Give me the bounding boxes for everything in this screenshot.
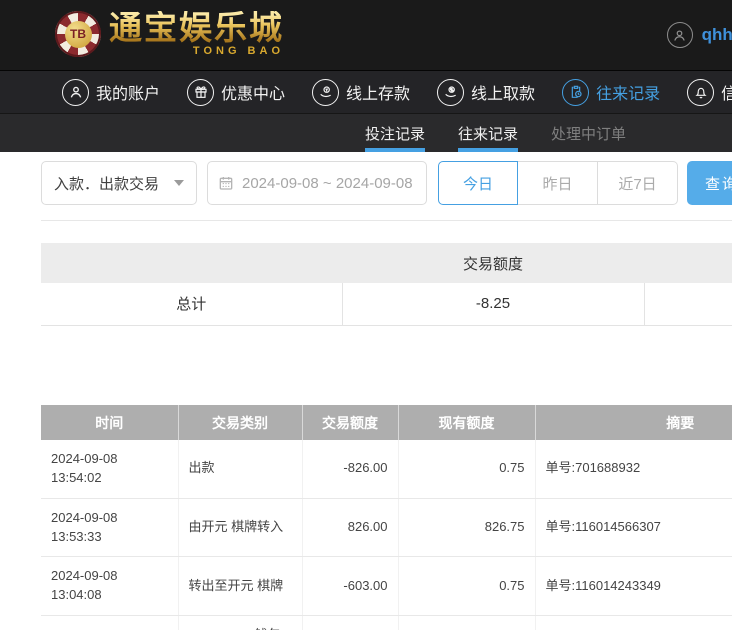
cell-memo: 单号:202409093721401818	[535, 616, 732, 630]
tab-processing-orders[interactable]: 处理中订单	[551, 114, 626, 152]
user-icon	[62, 79, 89, 106]
withdraw-icon	[437, 79, 464, 106]
cell-type: 转出至开元 棋牌	[178, 557, 302, 616]
transactions-table: 时间 交易类别 交易额度 现有额度 摘要 2024-09-08 13:54:02…	[41, 405, 732, 630]
nav-label: 往来记录	[596, 80, 660, 104]
gift-icon	[187, 79, 214, 106]
deposit-icon	[312, 79, 339, 106]
quick-date-buttons: 今日 昨日 近7日	[438, 161, 678, 205]
cell-type: CGPAY-CG钱包支付笔笔送优惠	[178, 616, 302, 630]
nav-label: 我的账户	[96, 80, 160, 104]
cell-amount: 3.00	[302, 616, 398, 630]
table-row: 2024-09-08 13:53:33 由开元 棋牌转入 826.00 826.…	[41, 498, 732, 557]
table-row: 2024-09-08 13:04:08 转出至开元 棋牌 -603.00 0.7…	[41, 557, 732, 616]
last7days-button[interactable]: 近7日	[598, 161, 678, 205]
cell-memo: 单号:116014243349	[535, 557, 732, 616]
cell-memo: 单号:116014566307	[535, 498, 732, 557]
nav-item-records[interactable]: 往来记录	[562, 79, 660, 106]
nav-label: 优惠中心	[221, 80, 285, 104]
cell-type: 由开元 棋牌转入	[178, 498, 302, 557]
table-row: 2024-09-08 13:54:02 出款 -826.00 0.75 单号:7…	[41, 440, 732, 498]
summary-total-label: 总计	[41, 283, 342, 325]
summary-header-empty	[41, 243, 342, 283]
nav-item-promotions[interactable]: 优惠中心	[187, 79, 285, 106]
divider	[41, 220, 732, 221]
cell-time: 2024-09-08 13:04:08	[41, 557, 178, 616]
content-area: 入款．出款交易 2024-09-08 ~ 2024-09-08 今日 昨日 近7…	[0, 152, 732, 630]
header-time: 时间	[41, 405, 178, 440]
cell-time: 2024-09-08 13:53:33	[41, 498, 178, 557]
summary-header-empty2	[644, 243, 732, 283]
transaction-type-dropdown[interactable]: 入款．出款交易	[41, 161, 197, 205]
nav-item-deposit[interactable]: 线上存款	[312, 79, 410, 106]
tab-label: 处理中订单	[551, 123, 626, 144]
nav-label: 线上存款	[346, 80, 410, 104]
logo-subtitle: TONG BAO	[109, 46, 284, 57]
yesterday-button[interactable]: 昨日	[518, 161, 598, 205]
logo-title: 通宝娱乐城	[109, 11, 284, 44]
user-avatar-icon	[667, 22, 693, 48]
site-logo[interactable]: TB 通宝娱乐城 TONG BAO	[55, 11, 284, 57]
summary-table: 交易额度 总计 -8.25	[41, 243, 732, 326]
poker-chip-icon: TB	[55, 11, 101, 57]
summary-total-value: -8.25	[342, 283, 644, 325]
summary-row: 总计 -8.25	[41, 283, 732, 325]
cell-balance: 0.75	[398, 557, 535, 616]
cell-amount: -826.00	[302, 440, 398, 498]
username: qhhw	[702, 25, 732, 45]
tab-label: 投注记录	[365, 123, 425, 144]
tab-betting-records[interactable]: 投注记录	[365, 114, 425, 152]
date-range-input[interactable]: 2024-09-08 ~ 2024-09-08	[207, 161, 427, 205]
cell-balance: 826.75	[398, 498, 535, 557]
logo-text: 通宝娱乐城 TONG BAO	[109, 11, 284, 57]
records-icon	[562, 79, 589, 106]
cell-balance: 603.75	[398, 616, 535, 630]
header-type: 交易类别	[178, 405, 302, 440]
nav-item-withdraw[interactable]: 线上取款	[437, 79, 535, 106]
nav-item-messages[interactable]: 信息	[687, 79, 732, 106]
table-row: 2024-09-08 13:03:29 CGPAY-CG钱包支付笔笔送优惠 3.…	[41, 616, 732, 630]
record-tabs: 投注记录 往来记录 处理中订单	[0, 113, 732, 152]
cell-time: 2024-09-08 13:54:02	[41, 440, 178, 498]
date-range-value: 2024-09-08 ~ 2024-09-08	[242, 175, 413, 192]
user-account[interactable]: qhhw	[667, 22, 732, 48]
cell-amount: -603.00	[302, 557, 398, 616]
today-button[interactable]: 今日	[438, 161, 518, 205]
dropdown-value: 入款．出款交易	[54, 173, 159, 194]
search-button[interactable]: 查询	[687, 161, 732, 205]
bell-icon	[687, 79, 714, 106]
table-header-row: 时间 交易类别 交易额度 现有额度 摘要	[41, 405, 732, 440]
cell-memo: 单号:701688932	[535, 440, 732, 498]
top-header: TB 通宝娱乐城 TONG BAO qhhw	[0, 0, 732, 70]
header-balance: 现有额度	[398, 405, 535, 440]
nav-label: 线上取款	[471, 80, 535, 104]
cell-time: 2024-09-08 13:03:29	[41, 616, 178, 630]
header-amount: 交易额度	[302, 405, 398, 440]
chevron-down-icon	[174, 180, 184, 186]
summary-empty-cell	[644, 283, 732, 325]
page: TB 通宝娱乐城 TONG BAO qhhw 我的账户	[0, 0, 732, 630]
cell-balance: 0.75	[398, 440, 535, 498]
nav-label: 信息	[721, 80, 732, 104]
tab-label: 往来记录	[458, 123, 518, 144]
header-memo: 摘要	[535, 405, 732, 440]
main-nav: 我的账户 优惠中心 线上存款	[0, 70, 732, 113]
summary-header-amount: 交易额度	[342, 243, 644, 283]
calendar-icon	[218, 175, 234, 191]
nav-item-my-account[interactable]: 我的账户	[62, 79, 160, 106]
cell-amount: 826.00	[302, 498, 398, 557]
cell-type: 出款	[178, 440, 302, 498]
tab-transaction-records[interactable]: 往来记录	[458, 114, 518, 152]
chip-label: TB	[65, 21, 92, 48]
